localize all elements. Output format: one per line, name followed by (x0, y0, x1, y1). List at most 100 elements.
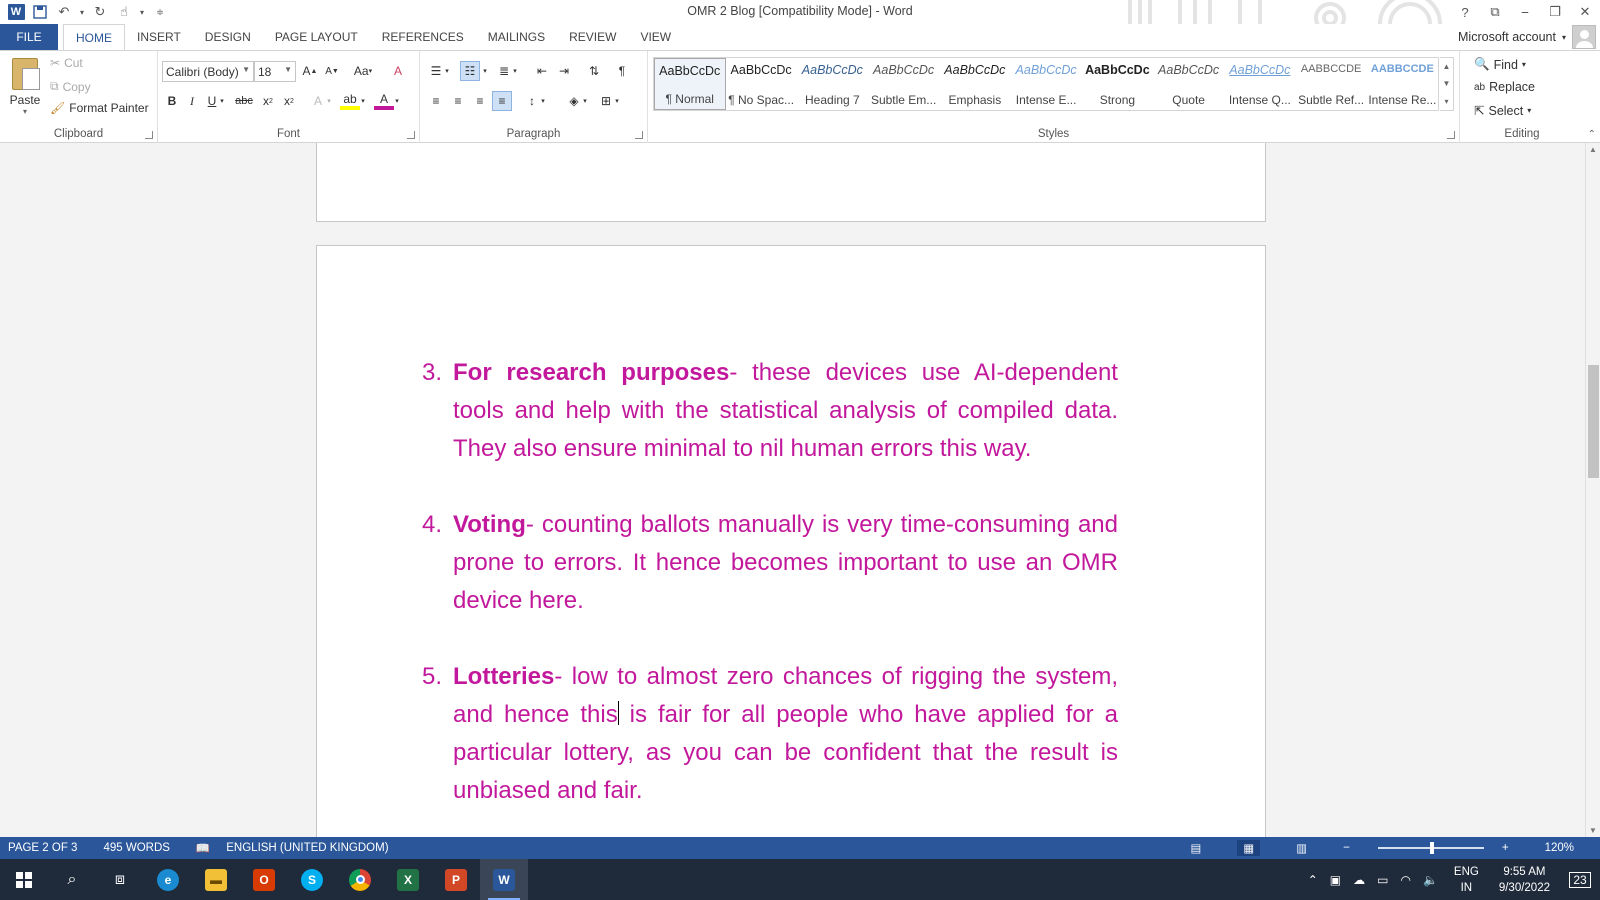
replace-button[interactable]: ab Replace (1474, 80, 1535, 94)
read-mode-icon[interactable]: ▤ (1191, 841, 1202, 855)
find-button[interactable]: 🔍 Find ▾ (1474, 57, 1526, 72)
font-size-dropdown-icon[interactable]: ▼ (284, 65, 292, 74)
bold-icon[interactable]: B (162, 91, 182, 111)
show-hidden-icons-icon[interactable]: ⌃ (1302, 873, 1324, 887)
grow-font-icon[interactable]: A ▲ (300, 61, 320, 81)
redo-icon[interactable]: ↻ (90, 3, 110, 21)
style-quote[interactable]: AaBbCcDc Quote (1153, 58, 1224, 110)
numbering-icon[interactable]: ☷ (460, 61, 480, 81)
numbering-dropdown-icon[interactable]: ▾ (480, 61, 490, 81)
font-family-dropdown-icon[interactable]: ▼ (242, 65, 250, 74)
excel-icon[interactable]: X (384, 859, 432, 900)
account-area[interactable]: Microsoft account ▾ (1458, 24, 1600, 50)
zoom-out-icon[interactable]: − (1343, 842, 1350, 854)
paragraph-dialog-launcher-icon[interactable] (635, 131, 643, 139)
scrollbar-thumb[interactable] (1588, 365, 1599, 478)
justify-icon[interactable]: ≡ (492, 91, 512, 111)
task-view-icon[interactable]: ⧈ (96, 859, 144, 900)
meet-now-icon[interactable]: ▣ (1324, 873, 1347, 887)
shading-dropdown-icon[interactable]: ▾ (580, 91, 590, 111)
skype-icon[interactable]: S (288, 859, 336, 900)
style-subtle-emphasis[interactable]: AaBbCcDc Subtle Em... (868, 58, 939, 110)
touch-mode-icon[interactable]: ☝ (114, 3, 134, 21)
office-icon[interactable]: O (240, 859, 288, 900)
collapse-ribbon-icon[interactable]: ⌃ (1588, 129, 1596, 140)
style-subtle-reference[interactable]: AABBCCDE Subtle Ref... (1296, 58, 1367, 110)
print-layout-icon[interactable]: ▦ (1237, 840, 1261, 856)
highlight-color-icon[interactable]: ab (340, 91, 360, 110)
search-icon[interactable]: ⌕ (48, 859, 96, 900)
style-strong[interactable]: AaBbCcDc Strong (1082, 58, 1153, 110)
clipboard-dialog-launcher-icon[interactable] (145, 131, 153, 139)
style-normal[interactable]: AaBbCcDc ¶ Normal (654, 58, 726, 110)
list-item[interactable]: 5. Lotteries- low to almost zero chances… (422, 658, 1118, 810)
input-language[interactable]: ENG IN (1444, 864, 1489, 896)
text-effects-dropdown-icon[interactable]: ▾ (324, 91, 334, 111)
zoom-slider-thumb[interactable] (1429, 842, 1434, 854)
style-no-spacing[interactable]: AaBbCcDc ¶ No Spac... (726, 58, 797, 110)
account-label[interactable]: Microsoft account (1458, 30, 1556, 44)
line-spacing-dropdown-icon[interactable]: ▾ (538, 91, 548, 111)
change-case-button[interactable]: Aa ▾ (348, 61, 378, 81)
tab-references[interactable]: REFERENCES (370, 24, 476, 50)
onedrive-icon[interactable]: ☁ (1347, 873, 1371, 887)
wifi-icon[interactable]: ◠ (1394, 873, 1416, 887)
tab-view[interactable]: VIEW (628, 24, 683, 50)
style-heading-7[interactable]: AaBbCcDc Heading 7 (797, 58, 868, 110)
word-app-icon[interactable]: W (6, 3, 26, 21)
zoom-slider[interactable] (1377, 842, 1484, 854)
notifications-icon[interactable]: 23 (1560, 859, 1600, 900)
font-color-icon[interactable]: A (374, 91, 394, 110)
bullets-dropdown-icon[interactable]: ▾ (442, 61, 452, 81)
windows-start-icon[interactable] (0, 859, 48, 900)
borders-dropdown-icon[interactable]: ▾ (612, 91, 622, 111)
clear-formatting-icon[interactable]: A (388, 61, 408, 81)
underline-dropdown-icon[interactable]: ▾ (217, 91, 227, 111)
list-item[interactable]: 3. For research purposes- these devices … (422, 354, 1118, 468)
align-left-icon[interactable]: ≡ (426, 91, 446, 111)
web-layout-icon[interactable]: ▥ (1296, 841, 1307, 855)
style-intense-emphasis[interactable]: AaBbCcDc Intense E... (1011, 58, 1082, 110)
tab-file[interactable]: FILE (0, 24, 58, 50)
file-explorer-icon[interactable]: ▬ (192, 859, 240, 900)
help-icon[interactable]: ? (1450, 0, 1480, 24)
tab-home[interactable]: HOME (63, 24, 125, 50)
vertical-scrollbar[interactable]: ▲ ▼ (1585, 143, 1600, 837)
word-taskbar-icon[interactable]: W (480, 859, 528, 900)
style-intense-quote[interactable]: AaBbCcDc Intense Q... (1224, 58, 1295, 110)
tab-page-layout[interactable]: PAGE LAYOUT (263, 24, 370, 50)
save-icon[interactable] (30, 3, 50, 21)
document-area[interactable]: 3. For research purposes- these devices … (0, 143, 1585, 837)
increase-indent-icon[interactable]: ⇥ (554, 61, 574, 81)
minimize-button[interactable]: ⎯ (1510, 0, 1540, 24)
find-dropdown-icon[interactable]: ▾ (1522, 60, 1526, 69)
shrink-font-icon[interactable]: A ▼ (322, 61, 342, 81)
word-count[interactable]: 495 WORDS (103, 842, 169, 854)
close-button[interactable]: ✕ (1570, 0, 1600, 24)
language-indicator[interactable]: ENGLISH (UNITED KINGDOM) (226, 842, 388, 854)
zoom-level[interactable]: 120% (1545, 842, 1574, 854)
font-family-combo[interactable]: Calibri (Body) ▼ (162, 61, 254, 82)
strikethrough-icon[interactable]: abc (234, 91, 254, 111)
style-emphasis[interactable]: AaBbCcDc Emphasis (939, 58, 1010, 110)
font-size-combo[interactable]: 18 ▼ (254, 61, 296, 82)
multilevel-dropdown-icon[interactable]: ▾ (510, 61, 520, 81)
select-button[interactable]: ⇱ Select ▾ (1474, 103, 1531, 119)
decrease-indent-icon[interactable]: ⇤ (532, 61, 552, 81)
numbered-list[interactable]: 3. For research purposes- these devices … (422, 354, 1118, 837)
ribbon-display-options-icon[interactable]: ⧉ (1480, 0, 1510, 24)
styles-dialog-launcher-icon[interactable] (1447, 131, 1455, 139)
battery-icon[interactable]: ▭ (1371, 873, 1394, 887)
volume-icon[interactable]: 🔈 (1417, 873, 1444, 887)
touch-dropdown-icon[interactable]: ▾ (138, 3, 146, 21)
powerpoint-icon[interactable]: P (432, 859, 480, 900)
subscript-icon[interactable]: x2 (258, 91, 278, 111)
gallery-up-icon[interactable]: ▲ (1443, 62, 1451, 71)
gallery-down-icon[interactable]: ▼ (1443, 79, 1451, 88)
superscript-icon[interactable]: x2 (279, 91, 299, 111)
tab-review[interactable]: REVIEW (557, 24, 628, 50)
select-dropdown-icon[interactable]: ▾ (1527, 106, 1531, 115)
chrome-icon[interactable] (336, 859, 384, 900)
font-color-dropdown-icon[interactable]: ▾ (392, 91, 402, 111)
font-dialog-launcher-icon[interactable] (407, 131, 415, 139)
